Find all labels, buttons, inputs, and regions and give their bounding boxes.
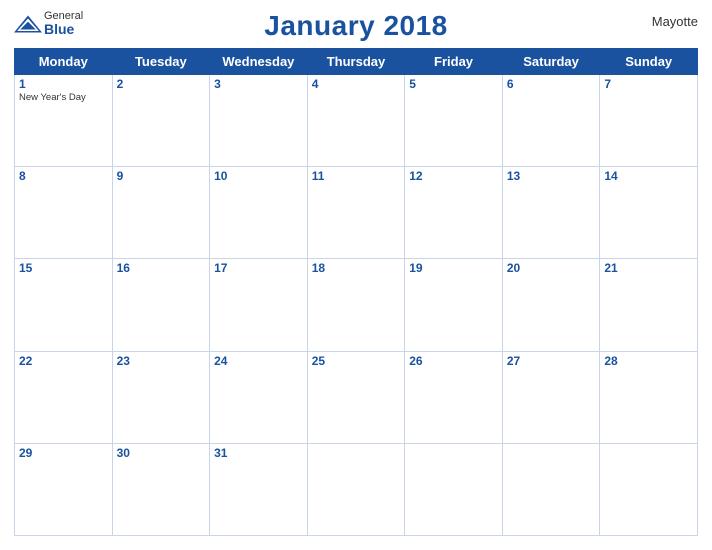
day-number: 23	[117, 354, 206, 368]
calendar-day-cell: 10	[210, 167, 308, 259]
region-label: Mayotte	[652, 14, 698, 29]
calendar-day-cell: 19	[405, 259, 503, 351]
calendar-header-row: Monday Tuesday Wednesday Thursday Friday…	[15, 49, 698, 75]
calendar-week-row: 29 30 31	[15, 443, 698, 535]
calendar-day-cell	[405, 443, 503, 535]
calendar-day-cell: 30	[112, 443, 210, 535]
day-number: 7	[604, 77, 693, 91]
day-number: 2	[117, 77, 206, 91]
day-number: 25	[312, 354, 401, 368]
calendar-day-cell: 8	[15, 167, 113, 259]
holiday-label: New Year's Day	[19, 92, 108, 103]
calendar-day-cell: 21	[600, 259, 698, 351]
calendar-day-cell: 2	[112, 75, 210, 167]
calendar-day-cell: 1New Year's Day	[15, 75, 113, 167]
calendar-day-cell: 29	[15, 443, 113, 535]
day-number: 6	[507, 77, 596, 91]
calendar-week-row: 89 10 11 12 13 14	[15, 167, 698, 259]
day-number: 30	[117, 446, 206, 460]
calendar-day-cell: 28	[600, 351, 698, 443]
day-number: 13	[507, 169, 596, 183]
calendar-day-cell: 3	[210, 75, 308, 167]
col-sunday: Sunday	[600, 49, 698, 75]
day-number: 19	[409, 261, 498, 275]
day-number: 16	[117, 261, 206, 275]
day-number: 10	[214, 169, 303, 183]
day-number: 4	[312, 77, 401, 91]
logo-blue-text: Blue	[44, 22, 83, 37]
calendar-table: Monday Tuesday Wednesday Thursday Friday…	[14, 48, 698, 536]
day-number: 20	[507, 261, 596, 275]
calendar-header: General Blue January 2018 Mayotte	[14, 10, 698, 42]
calendar-day-cell: 20	[502, 259, 600, 351]
day-number: 1	[19, 77, 108, 91]
day-number: 26	[409, 354, 498, 368]
calendar-day-cell: 4	[307, 75, 405, 167]
calendar-day-cell: 7	[600, 75, 698, 167]
calendar-day-cell: 11	[307, 167, 405, 259]
calendar-day-cell: 27	[502, 351, 600, 443]
day-number: 24	[214, 354, 303, 368]
calendar-day-cell: 18	[307, 259, 405, 351]
logo: General Blue	[14, 10, 83, 37]
calendar-day-cell	[502, 443, 600, 535]
col-friday: Friday	[405, 49, 503, 75]
calendar-day-cell: 31	[210, 443, 308, 535]
calendar-day-cell: 5	[405, 75, 503, 167]
day-number: 12	[409, 169, 498, 183]
day-number: 18	[312, 261, 401, 275]
calendar-day-cell: 13	[502, 167, 600, 259]
day-number: 29	[19, 446, 108, 460]
calendar-week-row: 1New Year's Day 234567	[15, 75, 698, 167]
col-tuesday: Tuesday	[112, 49, 210, 75]
calendar-day-cell: 12	[405, 167, 503, 259]
calendar-week-row: 15 16 17 18 19 20 21	[15, 259, 698, 351]
title-block: January 2018	[264, 10, 447, 42]
calendar-day-cell: 15	[15, 259, 113, 351]
day-number: 17	[214, 261, 303, 275]
calendar-day-cell: 14	[600, 167, 698, 259]
calendar-day-cell: 22	[15, 351, 113, 443]
calendar-day-cell: 25	[307, 351, 405, 443]
day-number: 5	[409, 77, 498, 91]
calendar-day-cell	[600, 443, 698, 535]
calendar-week-row: 22 23 24 25 26 27 28	[15, 351, 698, 443]
calendar-day-cell: 24	[210, 351, 308, 443]
calendar-day-cell: 9	[112, 167, 210, 259]
day-number: 28	[604, 354, 693, 368]
day-number: 9	[117, 169, 206, 183]
logo-icon	[14, 15, 42, 33]
calendar-day-cell: 26	[405, 351, 503, 443]
day-number: 11	[312, 169, 401, 183]
day-number: 21	[604, 261, 693, 275]
calendar-title: January 2018	[264, 10, 447, 42]
day-number: 31	[214, 446, 303, 460]
calendar-container: General Blue January 2018 Mayotte Monday…	[0, 0, 712, 550]
calendar-day-cell: 23	[112, 351, 210, 443]
col-thursday: Thursday	[307, 49, 405, 75]
calendar-day-cell: 17	[210, 259, 308, 351]
col-wednesday: Wednesday	[210, 49, 308, 75]
calendar-day-cell	[307, 443, 405, 535]
day-number: 15	[19, 261, 108, 275]
col-saturday: Saturday	[502, 49, 600, 75]
col-monday: Monday	[15, 49, 113, 75]
calendar-day-cell: 16	[112, 259, 210, 351]
day-number: 8	[19, 169, 108, 183]
day-number: 27	[507, 354, 596, 368]
day-number: 14	[604, 169, 693, 183]
day-number: 3	[214, 77, 303, 91]
calendar-day-cell: 6	[502, 75, 600, 167]
day-number: 22	[19, 354, 108, 368]
